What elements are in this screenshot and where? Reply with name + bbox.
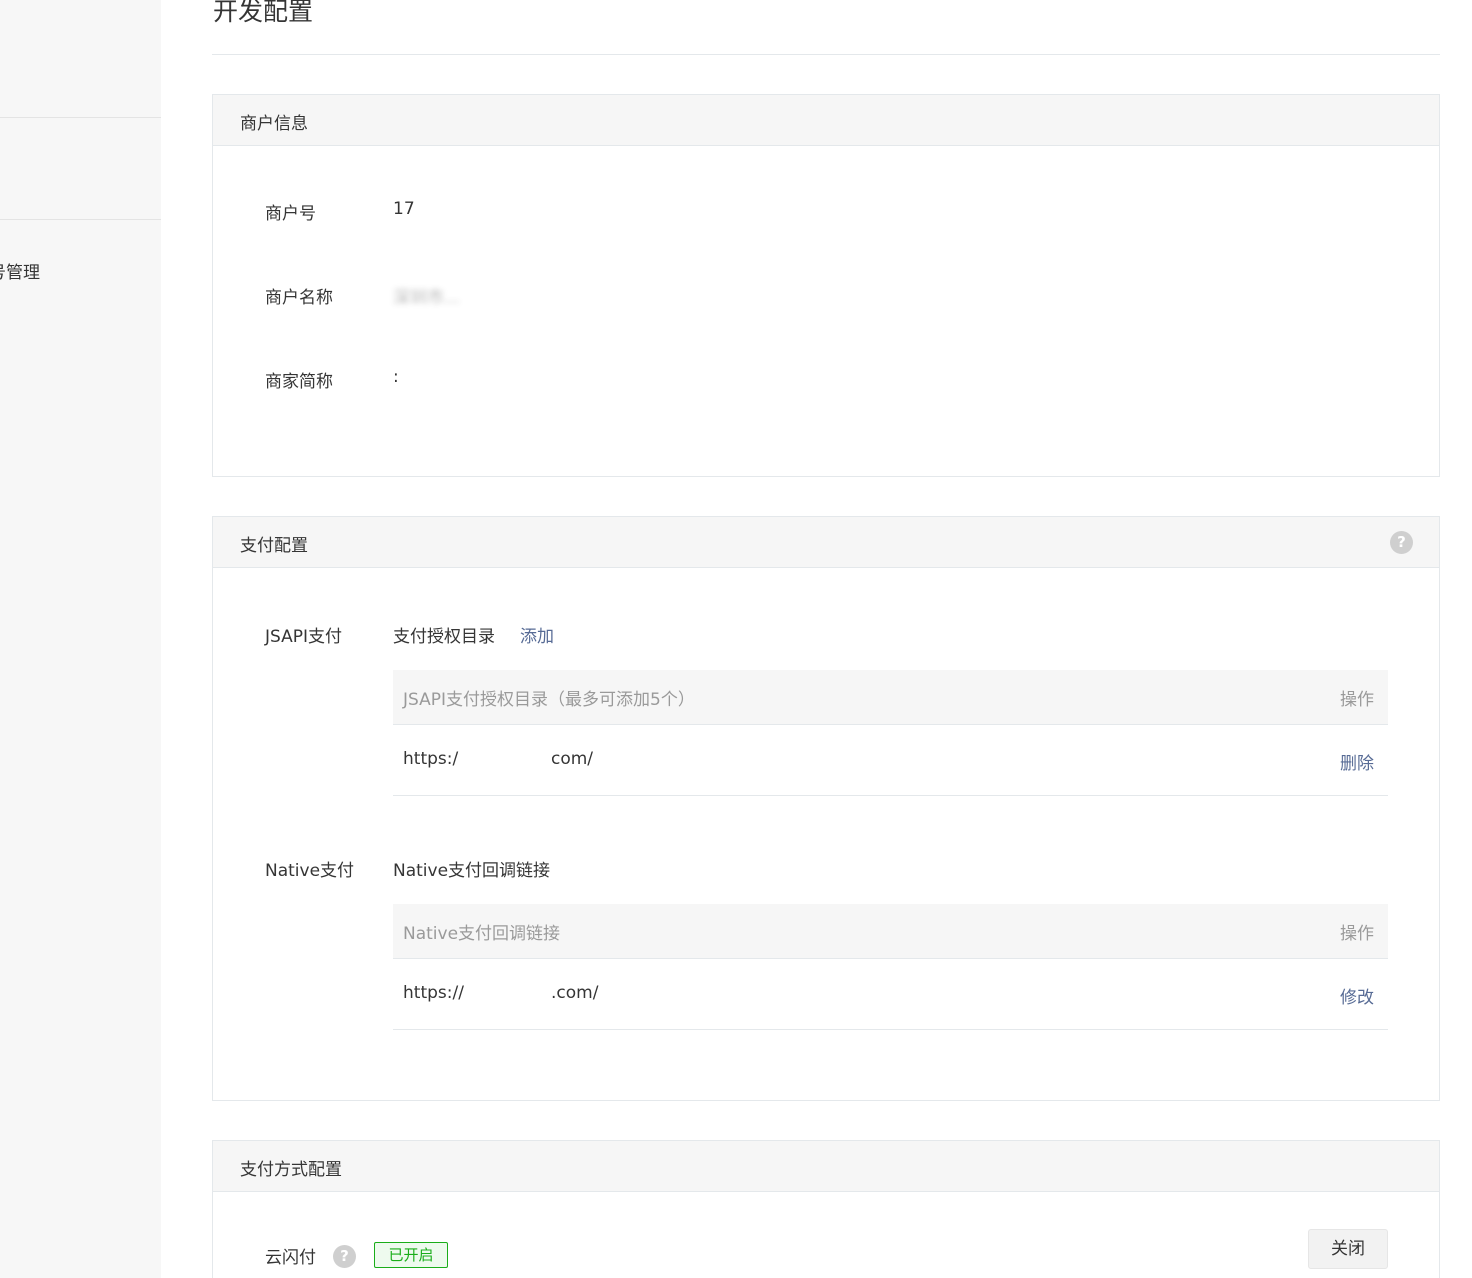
native-callback-table: Native支付回调链接 操作 https:// .com/ 修改 xyxy=(393,904,1388,1030)
info-label: 商家简称 xyxy=(265,372,333,392)
panel-header: 支付配置 ? xyxy=(213,517,1439,568)
native-label: Native支付 xyxy=(265,861,355,881)
panel-header: 支付方式配置 xyxy=(213,1141,1439,1192)
question-icon[interactable]: ? xyxy=(333,1245,356,1268)
panel-header: 商户信息 xyxy=(213,95,1439,146)
panel-title: 商户信息 xyxy=(240,114,308,134)
info-value: 17 xyxy=(393,199,415,219)
edit-link[interactable]: 修改 xyxy=(1340,983,1374,1008)
info-label: 商户号 xyxy=(265,204,316,224)
jsapi-label: JSAPI支付 xyxy=(265,627,343,647)
table-header-col: JSAPI支付授权目录（最多可添加5个） xyxy=(403,690,695,710)
add-link[interactable]: 添加 xyxy=(520,622,554,647)
sidebar: 号管理 xyxy=(0,0,161,1278)
sidebar-item-account-management[interactable]: 号管理 xyxy=(0,258,40,283)
page-title: 开发配置 xyxy=(213,0,314,26)
table-header-op: 操作 xyxy=(1340,924,1374,944)
table-header: JSAPI支付授权目录（最多可添加5个） 操作 xyxy=(393,670,1388,725)
pay-config-panel: 支付配置 ? JSAPI支付 支付授权目录 添加 JSAPI支付授权目录（最多可… xyxy=(212,516,1440,1101)
table-header: Native支付回调链接 操作 xyxy=(393,904,1388,959)
url-end: com/ xyxy=(551,749,594,769)
pay-method-panel: 支付方式配置 云闪付 ? 已开启 关闭 xyxy=(212,1140,1440,1278)
jsapi-directory-table: JSAPI支付授权目录（最多可添加5个） 操作 https:/ com/ 删除 xyxy=(393,670,1388,796)
table-row: https:// .com/ 修改 xyxy=(393,959,1388,1030)
panel-title: 支付方式配置 xyxy=(240,1160,342,1180)
question-icon[interactable]: ? xyxy=(1390,531,1413,554)
sidebar-divider xyxy=(0,219,161,220)
info-value: 深圳市... xyxy=(393,288,461,308)
url-start: https:/ xyxy=(403,749,459,769)
info-value: : xyxy=(393,367,399,387)
merchant-info-panel: 商户信息 商户号 17 商户名称 深圳市... 商家简称 : xyxy=(212,94,1440,477)
sidebar-divider xyxy=(0,117,161,118)
delete-link[interactable]: 删除 xyxy=(1340,749,1374,774)
jsapi-subtitle: 支付授权目录 xyxy=(393,627,495,647)
table-header-op: 操作 xyxy=(1340,690,1374,710)
table-header-col: Native支付回调链接 xyxy=(403,924,561,944)
native-subtitle: Native支付回调链接 xyxy=(393,861,551,881)
info-label: 商户名称 xyxy=(265,288,333,308)
url-start: https:// xyxy=(403,983,464,1003)
panel-title: 支付配置 xyxy=(240,536,308,556)
table-row: https:/ com/ 删除 xyxy=(393,725,1388,796)
pay-method-label: 云闪付 xyxy=(265,1248,316,1268)
url-end: .com/ xyxy=(551,983,599,1003)
close-button[interactable]: 关闭 xyxy=(1308,1229,1388,1269)
status-badge: 已开启 xyxy=(374,1242,448,1268)
title-divider xyxy=(212,54,1440,55)
